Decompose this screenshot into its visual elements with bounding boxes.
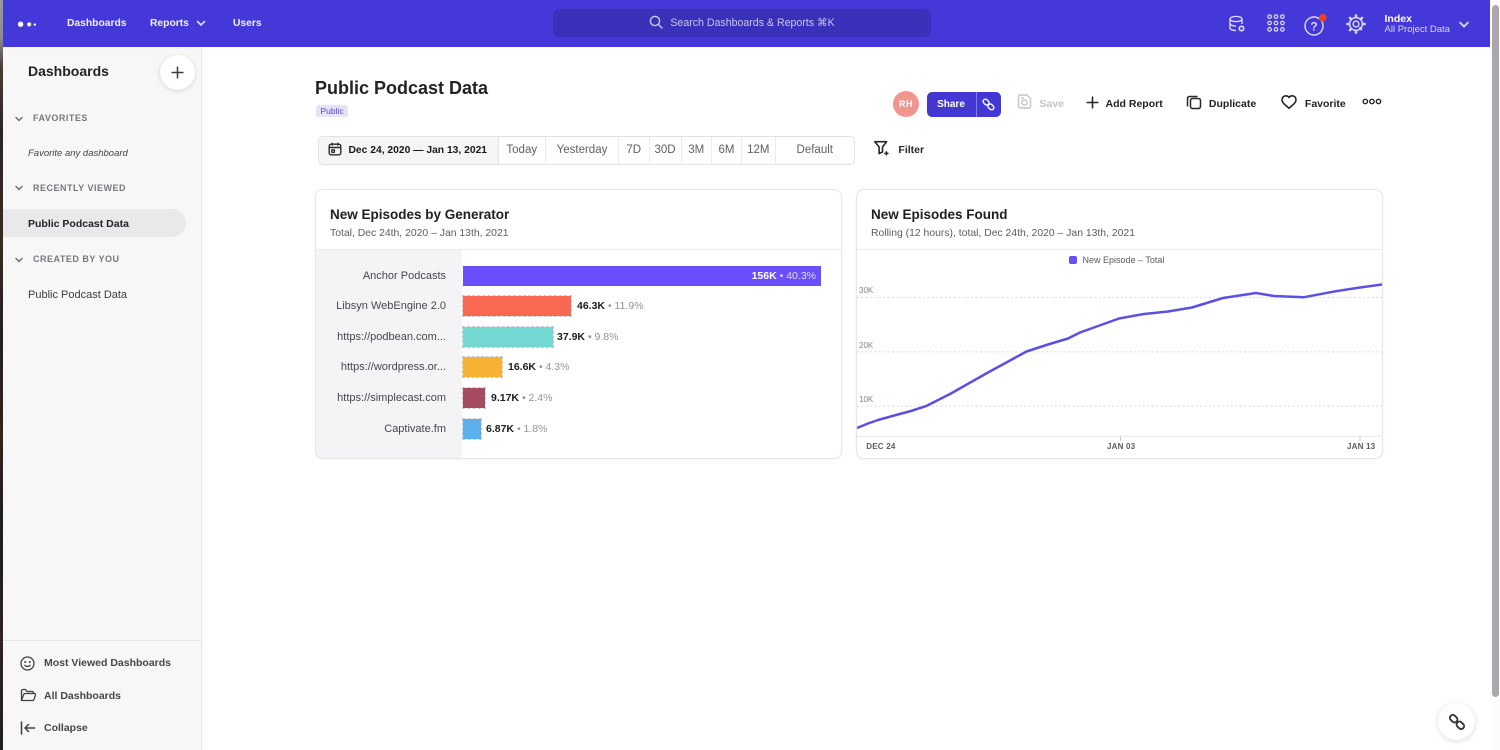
- svg-text:?: ?: [1310, 20, 1317, 34]
